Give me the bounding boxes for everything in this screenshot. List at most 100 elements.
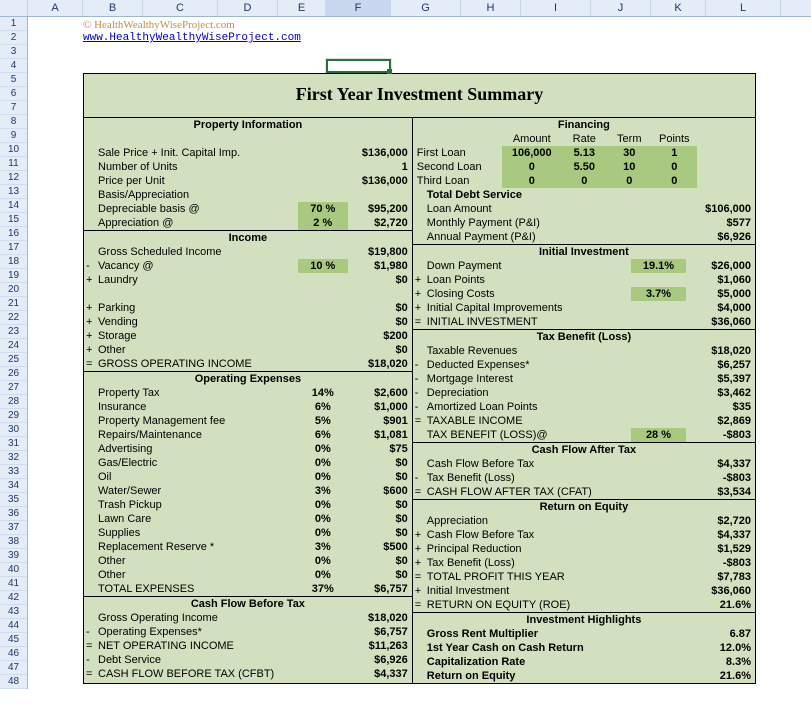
roe-app-value: $2,720 [686, 514, 751, 528]
loan2-rate-input[interactable]: 5.50 [562, 160, 607, 174]
down-payment-pct-input[interactable]: 19.1% [631, 259, 686, 273]
highlights-header: Investment Highlights [413, 613, 755, 627]
loan2-amount-input[interactable]: 0 [502, 160, 562, 174]
roe-tb-label: Tax Benefit (Loss) [427, 556, 631, 570]
opex-header: Operating Expenses [84, 372, 412, 386]
opex-other2-pct: 0% [298, 568, 348, 582]
coc-value: 12.0% [686, 641, 751, 655]
basis-label: Basis/Appreciation [98, 188, 298, 202]
loan3-rate-input[interactable]: 0 [562, 174, 607, 188]
proptax-value: $2,600 [348, 386, 408, 400]
roe-cfbt-value: $4,337 [686, 528, 751, 542]
lawn-pct: 0% [298, 512, 348, 526]
roe-pr-value: $1,529 [686, 542, 751, 556]
gsi-label: Gross Scheduled Income [98, 245, 298, 259]
tax-rev-label: Taxable Revenues [427, 344, 631, 358]
gas-value: $0 [348, 456, 408, 470]
parking-label: Parking [98, 301, 298, 315]
loan1-rate-input[interactable]: 5.13 [562, 146, 607, 160]
loan-points-value: $1,060 [686, 273, 751, 287]
apprec-pct-input[interactable]: 2 % [298, 216, 348, 230]
tax-benefit-label: TAX BENEFIT (LOSS)@ [427, 428, 631, 442]
loan2-label: Second Loan [417, 160, 502, 174]
debt-label: Debt Service [98, 653, 298, 667]
vacancy-value: $1,980 [348, 259, 408, 273]
column-headers: ABCDEFGHIJKL [0, 0, 811, 17]
opex-other2-label: Other [98, 568, 298, 582]
dep-basis-pct-input[interactable]: 70 % [298, 202, 348, 216]
loan2-points-input[interactable]: 0 [652, 160, 697, 174]
monthly-payment-label: Monthly Payment (P&I) [427, 216, 631, 230]
repairs-pct: 6% [298, 428, 348, 442]
cfat-tb-value: -$803 [686, 471, 751, 485]
loan3-term-input[interactable]: 0 [607, 174, 652, 188]
price-per-unit-value: $136,000 [348, 174, 408, 188]
mgmt-label: Property Management fee [98, 414, 298, 428]
gsi-value: $19,800 [348, 245, 408, 259]
cfbt-goi-label: Gross Operating Income [98, 611, 298, 625]
cfat-cfbt-label: Cash Flow Before Tax [427, 457, 631, 471]
loan1-label: First Loan [417, 146, 502, 160]
loan1-term-input[interactable]: 30 [607, 146, 652, 160]
water-pct: 3% [298, 484, 348, 498]
tax-rate-input[interactable]: 28 % [631, 428, 686, 442]
annual-payment-label: Annual Payment (P&I) [427, 230, 631, 244]
other-income-label: Other [98, 343, 298, 357]
price-per-unit-label: Price per Unit [98, 174, 298, 188]
insurance-pct: 6% [298, 400, 348, 414]
closing-costs-pct-input[interactable]: 3.7% [631, 287, 686, 301]
reserve-label: Replacement Reserve * [98, 540, 298, 554]
goi-label: GROSS OPERATING INCOME [98, 357, 298, 371]
down-payment-value: $26,000 [686, 259, 751, 273]
dep-basis-value: $95,200 [348, 202, 408, 216]
opex-other2-value: $0 [348, 568, 408, 582]
closing-costs-value: $5,000 [686, 287, 751, 301]
loan3-points-input[interactable]: 0 [652, 174, 697, 188]
parking-value: $0 [348, 301, 408, 315]
amort-loan-pts-label: Amortized Loan Points [427, 400, 631, 414]
vacancy-label: Vacancy @ [98, 259, 298, 273]
gas-label: Gas/Electric [98, 456, 298, 470]
water-label: Water/Sewer [98, 484, 298, 498]
proptax-pct: 14% [298, 386, 348, 400]
gas-pct: 0% [298, 456, 348, 470]
roe-ii-label: Initial Investment [427, 584, 631, 598]
copyright-text: © HealthWealthyWiseProject.com [83, 19, 811, 31]
tax-benefit-value: -$803 [686, 428, 751, 442]
down-payment-label: Down Payment [427, 259, 631, 273]
loan-amount-value: $106,000 [686, 202, 751, 216]
mortgage-int-value: $5,397 [686, 372, 751, 386]
vacancy-pct-input[interactable]: 10 % [298, 259, 348, 273]
financing-header: Financing [413, 118, 755, 132]
loan1-points-input[interactable]: 1 [652, 146, 697, 160]
total-opex-value: $6,757 [348, 582, 408, 596]
vending-label: Vending [98, 315, 298, 329]
website-link[interactable]: www.HealthyWealthyWiseProject.com [83, 32, 301, 44]
fin-col-term: Term [607, 132, 652, 146]
insurance-label: Insurance [98, 400, 298, 414]
total-debt-service-label: Total Debt Service [427, 188, 631, 202]
tax-benefit-header: Tax Benefit (Loss) [413, 330, 755, 344]
mgmt-pct: 5% [298, 414, 348, 428]
fin-col-rate: Rate [562, 132, 607, 146]
row-headers: 1234567891011121314151617181920212223242… [0, 17, 28, 689]
reserve-pct: 3% [298, 540, 348, 554]
advertising-pct: 0% [298, 442, 348, 456]
active-cell-indicator [326, 59, 391, 73]
num-units-value: 1 [348, 160, 408, 174]
roe-ii-value: $36,060 [686, 584, 751, 598]
loan2-term-input[interactable]: 10 [607, 160, 652, 174]
cfbt-header: Cash Flow Before Tax [84, 597, 412, 611]
opex-other1-pct: 0% [298, 554, 348, 568]
cfbt-opex-label: Operating Expenses* [98, 625, 298, 639]
insurance-value: $1,000 [348, 400, 408, 414]
taxable-income-label: TAXABLE INCOME [427, 414, 631, 428]
roe-value: 21.6% [686, 598, 751, 612]
monthly-payment-value: $577 [686, 216, 751, 230]
loan3-amount-input[interactable]: 0 [502, 174, 562, 188]
depreciation-value: $3,462 [686, 386, 751, 400]
loan1-amount-input[interactable]: 106,000 [502, 146, 562, 160]
cfat-value: $3,534 [686, 485, 751, 499]
goi-value: $18,020 [348, 357, 408, 371]
oil-pct: 0% [298, 470, 348, 484]
